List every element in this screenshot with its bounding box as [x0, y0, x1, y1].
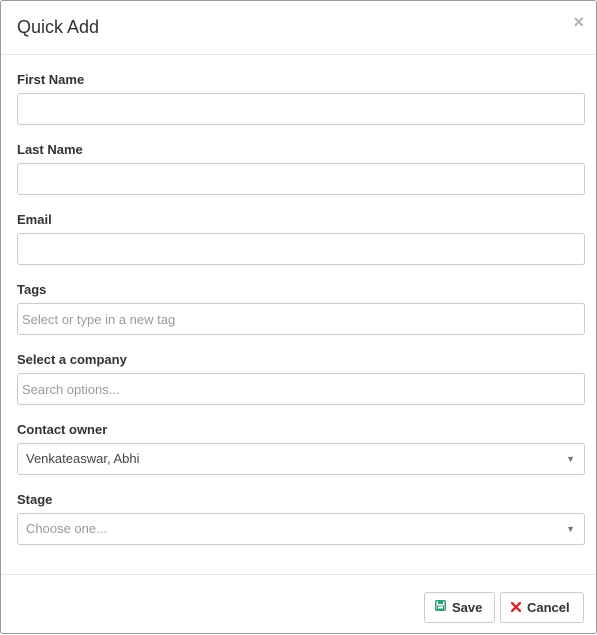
floppy-disk-icon — [435, 593, 446, 622]
last-name-label: Last Name — [17, 142, 83, 157]
stage-select[interactable]: Choose one... ▼ — [17, 513, 585, 545]
first-name-label: First Name — [17, 72, 85, 87]
chevron-down-icon: ▼ — [566, 524, 575, 534]
close-icon[interactable]: × — [573, 12, 584, 32]
cancel-label: Cancel — [527, 600, 570, 615]
email-input[interactable] — [17, 233, 585, 265]
modal-header: Quick Add × — [1, 1, 596, 55]
contact-owner-value: Venkateaswar, Abhi — [26, 451, 140, 466]
last-name-group: Last Name — [17, 141, 585, 195]
stage-group: Stage Choose one... ▼ — [17, 491, 585, 545]
company-search-input[interactable] — [17, 373, 585, 405]
x-icon — [510, 593, 522, 622]
company-label: Select a company — [17, 352, 127, 367]
contact-owner-group: Contact owner Venkateaswar, Abhi ▼ — [17, 421, 585, 475]
contact-owner-select[interactable]: Venkateaswar, Abhi ▼ — [17, 443, 585, 475]
first-name-input[interactable] — [17, 93, 585, 125]
tags-input[interactable] — [17, 303, 585, 335]
email-group: Email — [17, 211, 585, 265]
contact-owner-label: Contact owner — [17, 422, 108, 437]
quick-add-modal: Quick Add × First Name Last Name Email T… — [0, 0, 597, 634]
tags-group: Tags — [17, 281, 585, 335]
last-name-input[interactable] — [17, 163, 585, 195]
modal-title: Quick Add — [17, 17, 100, 37]
modal-footer: Save Cancel — [1, 574, 596, 635]
stage-placeholder: Choose one... — [26, 521, 107, 536]
company-group: Select a company — [17, 351, 585, 405]
email-label: Email — [17, 212, 52, 227]
cancel-button[interactable]: Cancel — [500, 592, 584, 623]
tags-label: Tags — [17, 282, 47, 297]
first-name-group: First Name — [17, 71, 585, 125]
save-button[interactable]: Save — [424, 592, 495, 623]
stage-label: Stage — [17, 492, 53, 507]
chevron-down-icon: ▼ — [566, 454, 575, 464]
save-label: Save — [452, 600, 483, 615]
